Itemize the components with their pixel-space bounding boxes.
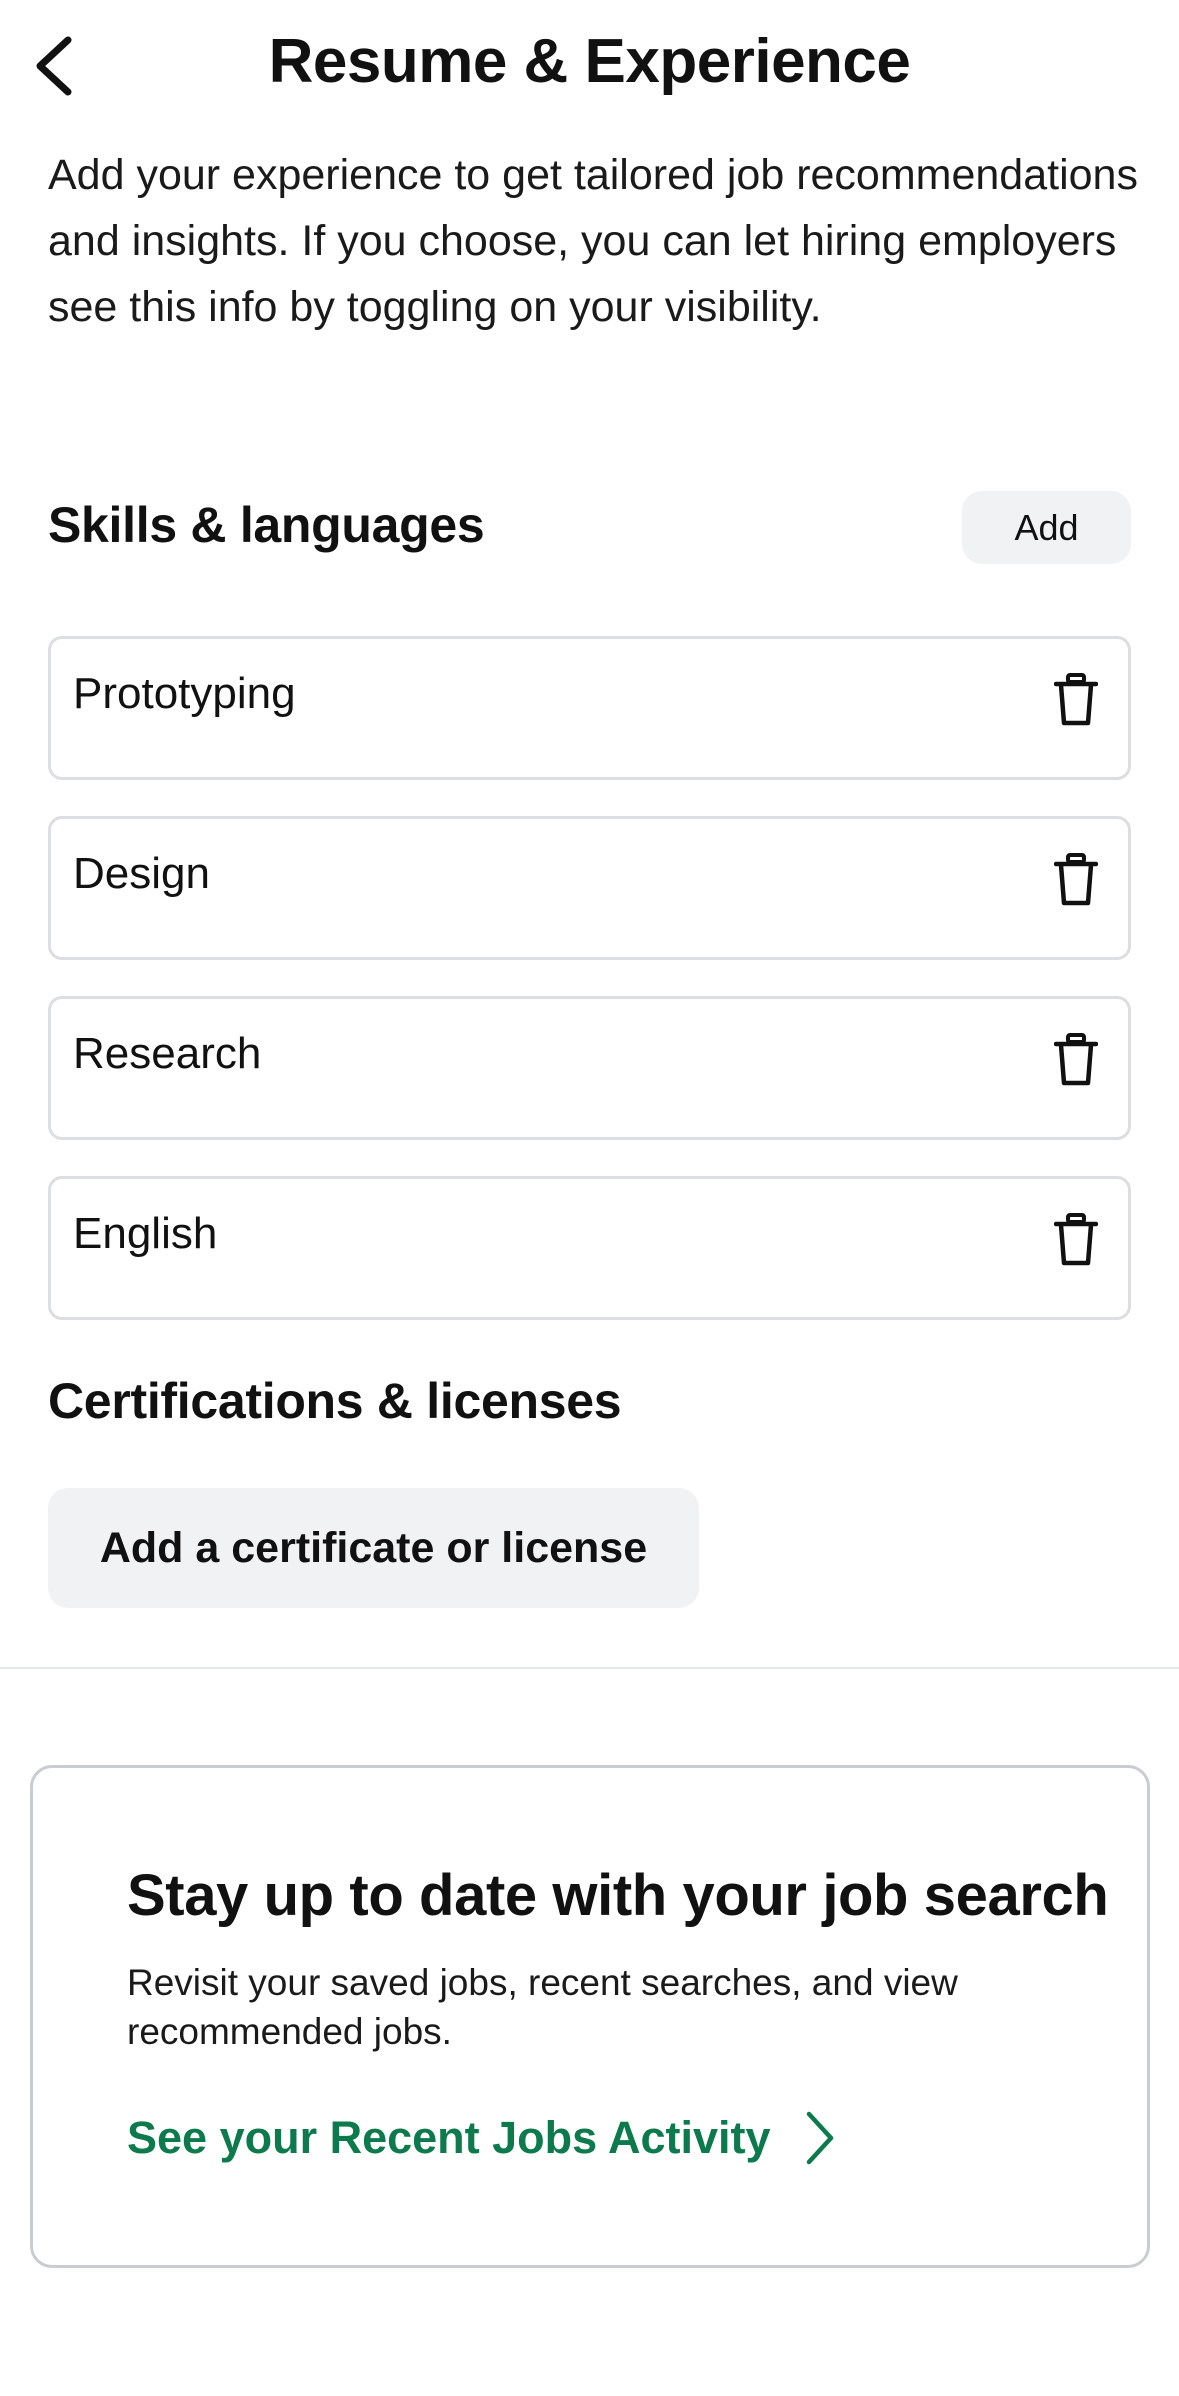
skill-item: Design bbox=[48, 816, 1131, 960]
recent-jobs-activity-link[interactable]: See your Recent Jobs Activity bbox=[127, 2103, 835, 2173]
skill-item: English bbox=[48, 1176, 1131, 1320]
skills-section-title: Skills & languages bbox=[48, 497, 485, 553]
skill-item: Prototyping bbox=[48, 636, 1131, 780]
promo-description: Revisit your saved jobs, recent searches… bbox=[127, 1962, 958, 2052]
add-certificate-button[interactable]: Add a certificate or license bbox=[48, 1488, 699, 1608]
divider bbox=[0, 1667, 1179, 1669]
trash-icon bbox=[1054, 1033, 1098, 1086]
job-search-promo-card: Stay up to date with your job search Rev… bbox=[30, 1765, 1150, 2268]
chevron-right-icon bbox=[806, 2111, 833, 2165]
trash-icon bbox=[1054, 1213, 1098, 1266]
skill-label: Prototyping bbox=[73, 669, 296, 718]
skill-label: Design bbox=[73, 849, 210, 898]
promo-link-label: See your Recent Jobs Activity bbox=[127, 2112, 771, 2163]
page-title: Resume & Experience bbox=[268, 27, 911, 96]
certifications-section-title: Certifications & licenses bbox=[48, 1373, 622, 1429]
trash-icon bbox=[1054, 673, 1098, 726]
resume-experience-page: Resume & Experience Add your experience … bbox=[0, 0, 1179, 2396]
delete-skill-button[interactable] bbox=[1048, 667, 1104, 733]
skill-item: Research bbox=[48, 996, 1131, 1140]
intro-text: Add your experience to get tailored job … bbox=[48, 151, 1138, 331]
add-skill-button[interactable]: Add bbox=[962, 491, 1131, 564]
skill-label: Research bbox=[73, 1029, 262, 1078]
header: Resume & Experience bbox=[0, 0, 1179, 130]
delete-skill-button[interactable] bbox=[1048, 1207, 1104, 1273]
promo-title: Stay up to date with your job search bbox=[127, 1863, 1109, 1928]
delete-skill-button[interactable] bbox=[1048, 1027, 1104, 1093]
trash-icon bbox=[1054, 853, 1098, 906]
skill-label: English bbox=[73, 1209, 218, 1258]
delete-skill-button[interactable] bbox=[1048, 847, 1104, 913]
